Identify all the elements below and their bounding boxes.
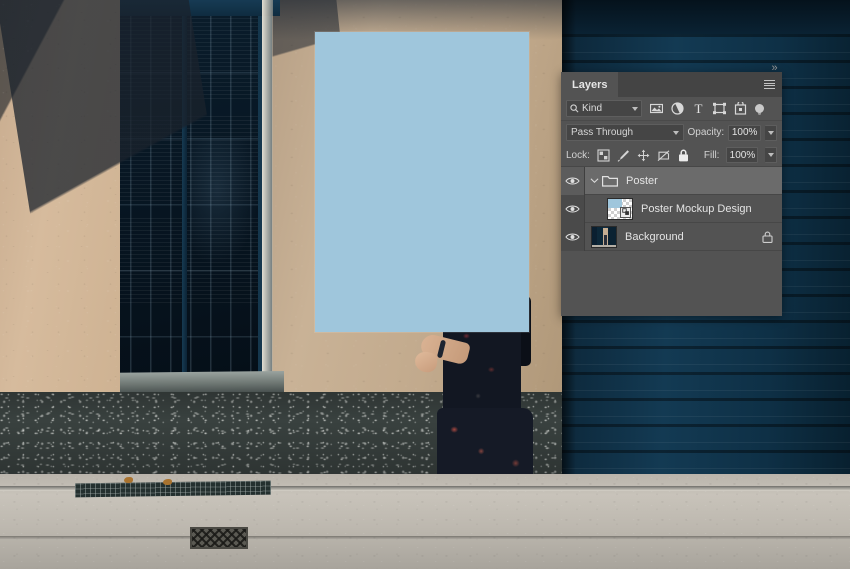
layer-name-label: Background [625,230,684,243]
person-hand [413,350,439,374]
wall-drain-grate [75,480,271,498]
screenshot-stage: » Layers Kind T Pass Through Opacity: 10… [0,0,850,569]
shutter-top-shadow [562,0,850,34]
blend-opacity-row: Pass Through Opacity: 100% [561,121,782,144]
lock-transparent-pixels-icon[interactable] [597,148,610,162]
lock-image-pixels-icon[interactable] [617,149,630,162]
search-icon [570,104,579,113]
opacity-label: Opacity: [687,127,725,138]
filter-icon-group: T [650,102,747,115]
lock-fill-row: Lock: Fill: 100% [561,144,782,167]
folder-icon [602,174,618,187]
layer-list-empty-space [561,251,782,299]
layer-row-poster-group[interactable]: Poster [561,166,782,195]
filter-kind-label: Kind [582,103,603,114]
adjustment-layer-filter-icon[interactable] [671,102,684,115]
layers-panel: Layers Kind T Pass Through Opacity: 100%… [561,72,782,316]
layer-name-label: Poster Mockup Design [641,202,752,215]
fill-chevron-down-icon[interactable] [765,147,777,163]
layer-filter-row: Kind T [561,97,782,121]
fill-label: Fill: [703,149,720,161]
fallen-leaf [163,479,172,485]
smart-object-badge-icon [620,206,631,218]
filter-enable-toggle[interactable] [755,104,764,113]
filter-kind-select[interactable]: Kind [566,100,642,117]
smart-object-filter-icon[interactable] [734,102,747,115]
fill-input[interactable]: 100% [726,147,759,163]
layer-visibility-toggle[interactable] [561,166,585,195]
lock-all-icon[interactable] [677,149,690,162]
lock-position-icon[interactable] [637,149,650,162]
layer-locked-icon [762,231,773,243]
chevron-down-icon[interactable] [672,130,679,135]
layer-row-poster-mockup-design[interactable]: Poster Mockup Design [561,194,782,223]
eye-icon [565,177,580,184]
shape-layer-filter-icon[interactable] [713,102,726,115]
blend-mode-select[interactable]: Pass Through [566,124,684,141]
layer-row-background[interactable]: Background [561,222,782,251]
layer-name-label: Poster [626,174,658,187]
tab-layers-label: Layers [572,78,608,91]
pixel-layer-filter-icon[interactable] [650,102,663,115]
lock-label: Lock: [566,149,590,161]
background-thumbnail-image [592,226,616,247]
blend-mode-value: Pass Through [571,127,634,138]
group-disclosure-chevron-down-icon[interactable] [588,177,601,184]
eye-icon [565,205,580,212]
chevron-down-icon[interactable] [632,106,638,111]
opacity-chevron-down-icon[interactable] [765,124,777,141]
pavement-crack [0,536,850,540]
eye-icon [565,233,580,240]
type-layer-filter-icon[interactable]: T [692,102,705,115]
window-right-highlight [262,0,273,380]
layer-visibility-toggle[interactable] [561,194,585,223]
layer-thumbnail[interactable] [591,225,617,248]
panel-menu-icon[interactable] [764,80,775,89]
layer-list: Poster Poster Mockup Design Background [561,166,782,299]
opacity-input[interactable]: 100% [728,124,762,141]
panel-tab-bar: Layers [561,72,782,97]
layer-visibility-toggle[interactable] [561,222,585,251]
fallen-leaf [124,477,133,483]
poster-artboard[interactable] [315,32,529,332]
layer-thumbnail[interactable] [607,197,633,220]
prevent-nesting-icon[interactable] [657,149,670,162]
street-drain-grate [190,527,248,549]
tab-layers[interactable]: Layers [561,72,619,97]
svg-text:T: T [695,102,703,115]
